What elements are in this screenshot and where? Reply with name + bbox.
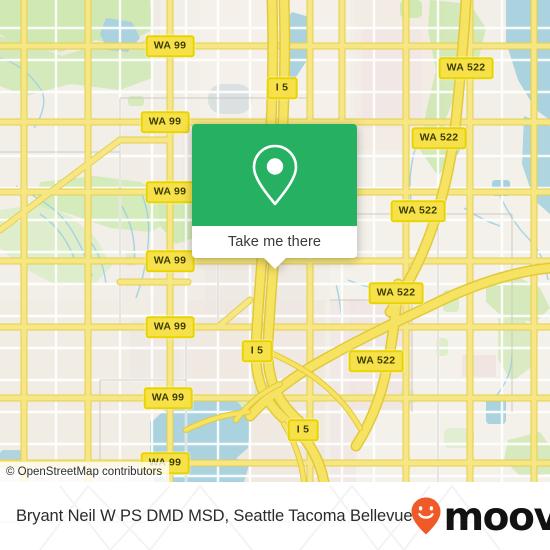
- highway-shield: WA 99: [145, 35, 195, 57]
- highway-shield: WA 99: [145, 181, 195, 203]
- location-popup-card[interactable]: Take me there: [192, 124, 357, 269]
- highway-shield: I 5: [287, 419, 319, 441]
- popup-image-area: [192, 124, 357, 226]
- highway-shield: WA 99: [143, 387, 193, 409]
- highway-shield: I 5: [266, 77, 298, 99]
- popup-pointer-tail: [263, 258, 286, 269]
- take-me-there-label: Take me there: [227, 234, 322, 250]
- map-attribution[interactable]: © OpenStreetMap contributors: [0, 461, 170, 482]
- page-title: Bryant Neil W PS DMD MSD, Seattle Tacoma…: [16, 506, 413, 525]
- highway-shield: WA 522: [348, 350, 404, 372]
- moovit-logo[interactable]: moovit: [410, 496, 550, 537]
- moovit-wordmark: moovit: [443, 494, 550, 540]
- highway-shield: WA 522: [368, 282, 424, 304]
- footer-content: Bryant Neil W PS DMD MSD, Seattle Tacoma…: [0, 482, 550, 550]
- map-screenshot-root: WA 99 I 5 WA 522 WA 99 WA 522 WA 99 WA 522 WA 9…: [0, 0, 550, 550]
- highway-shield: WA 99: [145, 250, 195, 272]
- highway-shield: WA 522: [390, 200, 446, 222]
- highway-shield: I 5: [241, 340, 273, 362]
- highway-shield: WA 99: [145, 316, 195, 338]
- highway-shield: WA 522: [411, 127, 467, 149]
- highway-shield: WA 522: [438, 57, 494, 79]
- location-pin-icon: [252, 144, 297, 206]
- popup-action-bar[interactable]: Take me there: [192, 226, 357, 269]
- footer-bar: Bryant Neil W PS DMD MSD, Seattle Tacoma…: [0, 482, 550, 550]
- highway-shield: WA 99: [140, 111, 190, 133]
- moovit-pin-icon: [411, 497, 441, 535]
